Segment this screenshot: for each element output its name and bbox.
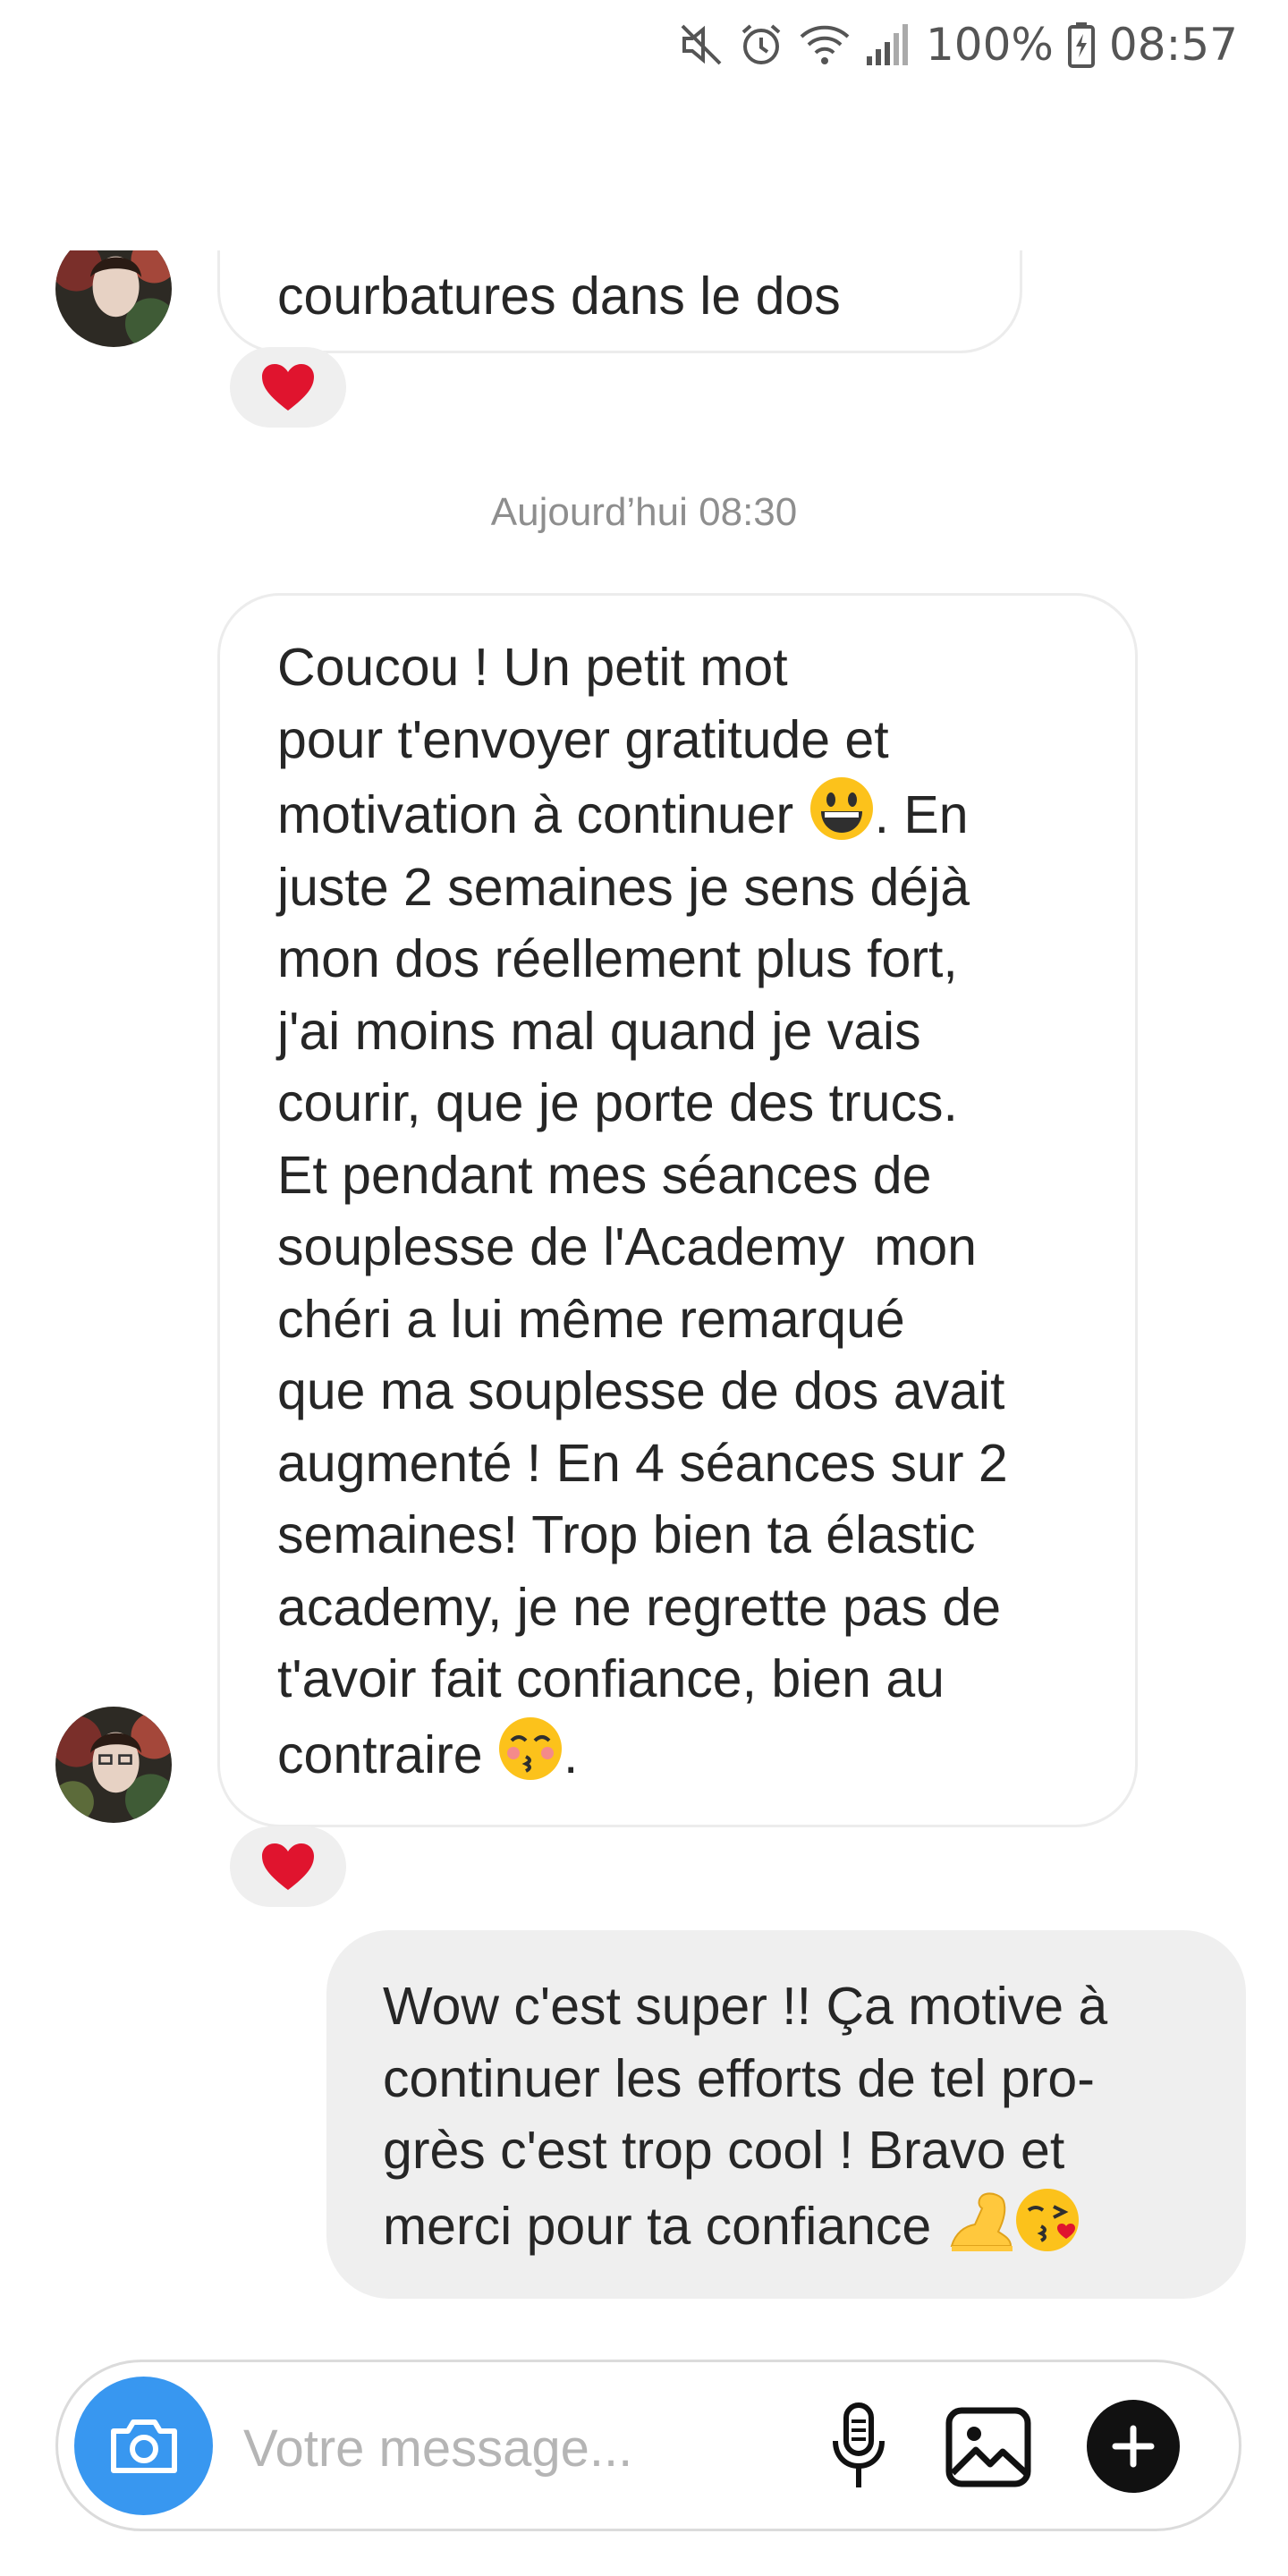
message-line: j'ai moins mal quand je vais [277,1001,921,1061]
message-line: motivation à continuer . En [277,775,1118,852]
heart-reaction[interactable] [230,1826,346,1907]
grinning-face-emoji [809,777,873,840]
message-line: Coucou ! Un petit mot [277,638,788,697]
message-line: continuer les efforts de tel pro- [383,2048,1095,2108]
message-fragment: merci pour ta confiance [383,2196,946,2256]
message-line: chéri a lui même remarqué [277,1289,905,1349]
message-fragment: contraire [277,1724,497,1784]
message-line: souplesse de l'Academy mon [277,1217,977,1276]
message-fragment: motivation à continuer [277,785,809,844]
outgoing-message-text: Wow c'est super !! Ça motive à continuer… [383,1970,1233,2262]
message-line: que ma souplesse de dos avait [277,1361,1005,1420]
clock: 08:57 [1108,19,1238,71]
flexed-biceps-emoji [950,2192,1013,2251]
message-line: Wow c'est super !! Ça motive à [383,1977,1108,2036]
wifi-icon [800,25,850,64]
message-line: courir, que je porte des trucs. [277,1073,958,1132]
header-backdrop [0,89,1288,250]
gallery-icon [945,2407,1031,2487]
face-blowing-kiss-emoji [1015,2188,1079,2251]
battery-percent: 100% [925,19,1054,71]
signal-icon [866,24,908,65]
message-line: merci pour ta confiance [383,2187,1233,2263]
previous-message-text: courbatures dans le dos [277,267,841,326]
message-line: t'avoir fait confiance, bien au [277,1649,945,1708]
heart-icon [262,1843,314,1890]
sender-avatar[interactable] [55,1707,172,1823]
message-input[interactable] [242,2398,826,2498]
avatar-photo [55,1707,172,1823]
message-line: contraire . [277,1716,1118,1792]
incoming-message-bubble[interactable]: Coucou ! Un petit mot pour t'envoyer gra… [217,593,1138,1827]
plus-icon [1112,2425,1155,2468]
more-options-button[interactable] [1087,2400,1180,2493]
alarm-icon [741,24,781,64]
outgoing-message-bubble[interactable]: Wow c'est super !! Ça motive à continuer… [326,1930,1246,2299]
status-bar: 100% 08:57 [0,0,1288,89]
message-line: juste 2 semaines je sens déjà [277,857,970,917]
voice-message-button[interactable] [814,2400,903,2493]
message-line: grès c'est trop cool ! Bravo et [383,2121,1065,2180]
message-line: academy, je ne regrette pas de [277,1577,1002,1637]
heart-reaction[interactable] [230,347,346,428]
battery-icon [1067,22,1095,68]
heart-icon [262,364,314,411]
kissing-face-emoji [498,1716,562,1780]
message-line: mon dos réellement plus fort, [277,929,958,988]
message-composer [55,2360,1241,2531]
message-line: pour t'envoyer gratitude et [277,709,889,769]
message-line: augmenté ! En 4 séances sur 2 [277,1433,1008,1493]
camera-button[interactable] [74,2377,213,2515]
message-fragment: . [563,1724,579,1784]
gallery-button[interactable] [944,2405,1033,2489]
microphone-icon [833,2402,885,2487]
message-fragment: . En [874,785,969,844]
mute-icon [681,24,722,65]
camera-icon [110,2419,177,2473]
incoming-message-text: Coucou ! Un petit mot pour t'envoyer gra… [277,631,1118,1791]
message-line: Et pendant mes séances de [277,1145,932,1205]
message-timestamp: Aujourd’hui 08:30 [490,490,798,534]
message-line: semaines! Trop bien ta élastic [277,1505,976,1564]
